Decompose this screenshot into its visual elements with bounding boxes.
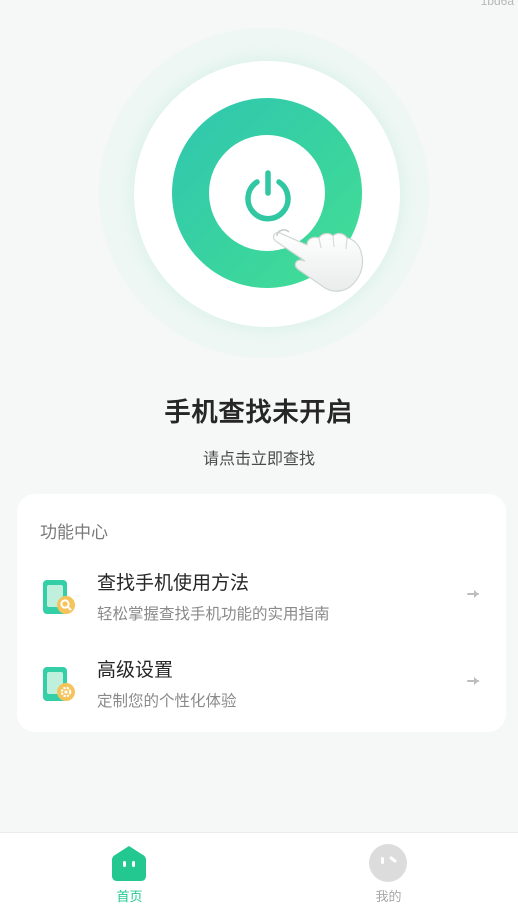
- arrow-right-icon: [467, 677, 479, 685]
- phone-search-icon: [43, 580, 75, 614]
- power-toggle-area[interactable]: [99, 28, 429, 358]
- feature-item-label: 高级设置: [97, 659, 174, 681]
- status-subtitle[interactable]: 请点击立即查找: [0, 445, 518, 469]
- feature-item-label: 查找手机使用方法: [97, 572, 250, 594]
- phone-settings-icon: [43, 667, 75, 701]
- tab-home[interactable]: 首页: [0, 833, 259, 909]
- feature-item-desc: 定制您的个性化体验: [97, 692, 237, 710]
- pointing-hand-icon: [272, 229, 364, 292]
- feature-center-title: 功能中心: [40, 523, 108, 543]
- tab-profile[interactable]: 我的: [259, 833, 518, 909]
- arrow-right-icon: [467, 590, 479, 598]
- profile-icon: [369, 844, 407, 882]
- feature-item-desc: 轻松掌握查找手机功能的实用指南: [97, 605, 330, 623]
- feature-item-guide[interactable]: 查找手机使用方法 轻松掌握查找手机功能的实用指南: [17, 566, 506, 636]
- tab-label: 首页: [116, 890, 143, 905]
- home-icon: [112, 846, 146, 881]
- feature-center-card: 功能中心 查找手机使用方法 轻松掌握查找手机功能的实用指南 高级设置 定制您的个…: [17, 494, 506, 732]
- bottom-tab-bar: 首页 我的: [0, 832, 518, 909]
- status-title: 手机查找未开启: [164, 398, 354, 428]
- tab-label: 我的: [375, 890, 402, 905]
- corner-label: 1bd6a: [480, 0, 514, 8]
- feature-item-settings[interactable]: 高级设置 定制您的个性化体验: [17, 653, 506, 723]
